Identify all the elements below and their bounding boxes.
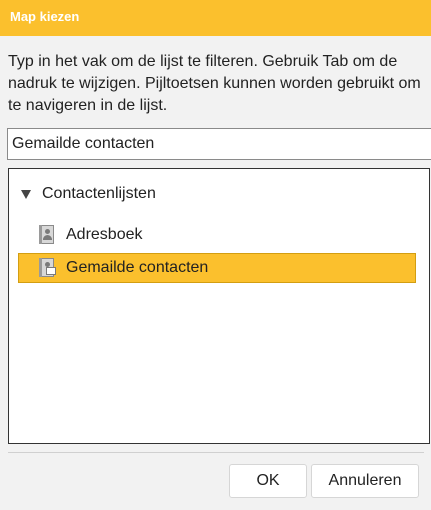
tree-node-label: Contactenlijsten xyxy=(42,185,156,202)
dialog-title: Map kiezen xyxy=(10,9,80,24)
ok-button[interactable]: OK xyxy=(229,464,307,498)
emailed-contacts-icon xyxy=(38,258,56,278)
filter-input[interactable] xyxy=(7,128,431,160)
address-book-icon xyxy=(38,225,55,245)
tree-node-gemailde-contacten[interactable]: Gemailde contacten xyxy=(18,253,416,283)
cancel-button[interactable]: Annuleren xyxy=(311,464,419,498)
instructions-text: Typ in het vak om de lijst te filteren. … xyxy=(8,53,421,114)
tree-node-label: Adresboek xyxy=(66,226,143,243)
tree-node-adresboek[interactable]: Adresboek xyxy=(18,220,416,250)
folder-tree[interactable]: Contactenlijsten Adresboek Gemailde cont… xyxy=(8,168,430,444)
tree-node-label: Gemailde contacten xyxy=(66,259,209,276)
triangle-down-icon[interactable] xyxy=(21,189,31,199)
tree-node-contactenlijsten[interactable]: Contactenlijsten xyxy=(21,182,156,206)
dialog-titlebar: Map kiezen xyxy=(0,0,431,36)
footer-divider xyxy=(8,452,424,453)
